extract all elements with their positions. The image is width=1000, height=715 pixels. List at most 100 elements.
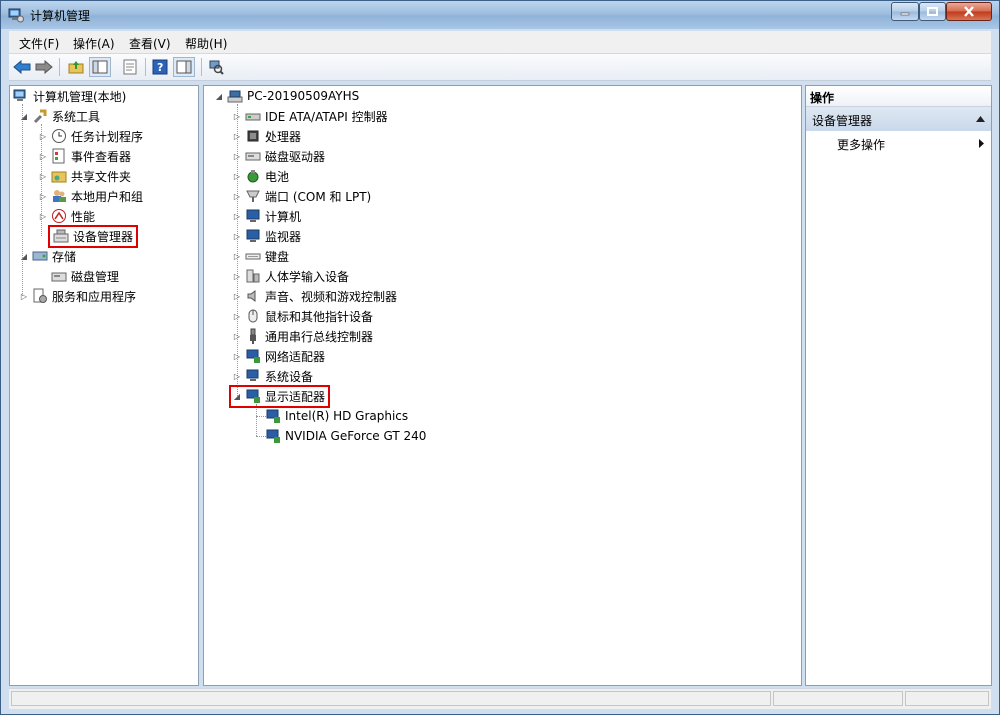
expand-arrow-icon[interactable]: ▷	[232, 151, 242, 161]
tree-device-manager[interactable]: 设备管理器	[47, 224, 139, 248]
up-folder-button[interactable]	[65, 57, 87, 77]
device-category-mice[interactable]: ▷ 鼠标和其他指针设备	[232, 307, 373, 325]
system-tools-icon	[33, 109, 47, 124]
tree-system-tools[interactable]: ◢ 系统工具	[19, 107, 100, 125]
device-category-label: IDE ATA/ATAPI 控制器	[265, 109, 388, 124]
help-button[interactable]: ?	[149, 57, 171, 77]
menu-view[interactable]: 查看(V)	[129, 35, 171, 52]
device-category-label: 键盘	[265, 249, 290, 264]
expand-arrow-icon[interactable]: ▷	[38, 151, 48, 161]
device-category-ide[interactable]: ▷ IDE ATA/ATAPI 控制器	[232, 107, 388, 125]
collapse-arrow-icon[interactable]: ◢	[19, 111, 29, 121]
back-button[interactable]	[11, 57, 33, 77]
expand-arrow-icon[interactable]: ▷	[232, 291, 242, 301]
expand-arrow-icon[interactable]: ▷	[232, 371, 242, 381]
monitor-icon	[246, 229, 260, 242]
expand-arrow-icon[interactable]: ▷	[38, 171, 48, 181]
console-tree-icon	[92, 60, 108, 74]
tree-root-computer-management[interactable]: 计算机管理(本地)	[13, 87, 126, 105]
submenu-arrow-icon	[979, 139, 984, 148]
device-tree-root[interactable]: ◢ PC-20190509AYHS	[214, 87, 359, 105]
expand-arrow-icon[interactable]: ▷	[232, 311, 242, 321]
device-intel-hd-graphics[interactable]: Intel(R) HD Graphics	[265, 407, 408, 425]
minimize-button[interactable]	[891, 2, 919, 21]
keyboard-icon	[245, 253, 261, 260]
tree-storage[interactable]: ◢ 存储	[19, 247, 76, 265]
maximize-button[interactable]	[919, 2, 946, 21]
device-category-computer[interactable]: ▷ 计算机	[232, 207, 301, 225]
tree-shared-folders-label: 共享文件夹	[71, 169, 132, 184]
performance-icon	[52, 209, 66, 223]
expand-arrow-icon[interactable]: ▷	[232, 191, 242, 201]
expand-arrow-icon[interactable]: ▷	[232, 251, 242, 261]
forward-button[interactable]	[33, 57, 55, 77]
expand-arrow-icon[interactable]: ▷	[232, 131, 242, 141]
expand-arrow-icon[interactable]: ▷	[232, 111, 242, 121]
scan-hardware-button[interactable]	[205, 57, 227, 77]
collapse-arrow-icon[interactable]: ◢	[214, 91, 224, 101]
menu-action[interactable]: 操作(A)	[73, 35, 115, 52]
device-category-sound[interactable]: ▷ 声音、视频和游戏控制器	[232, 287, 397, 305]
tree-disk-management[interactable]: 磁盘管理	[51, 267, 119, 285]
device-category-disk-drives[interactable]: ▷ 磁盘驱动器	[232, 147, 325, 165]
hid-icon	[246, 269, 260, 283]
tree-shared-folders[interactable]: ▷ 共享文件夹	[38, 167, 131, 185]
device-category-system-devices[interactable]: ▷ 系统设备	[232, 367, 313, 385]
actions-section-device-manager[interactable]: 设备管理器	[806, 107, 991, 131]
expand-arrow-icon[interactable]: ▷	[232, 211, 242, 221]
display-adapters-highlight: ◢ 显示适配器	[228, 384, 331, 408]
device-category-label: 网络适配器	[265, 349, 326, 364]
more-actions-item[interactable]: 更多操作	[806, 132, 991, 154]
device-category-monitors[interactable]: ▷ 监视器	[232, 227, 301, 245]
expand-arrow-icon[interactable]: ▷	[38, 131, 48, 141]
tree-services-applications[interactable]: ▷ 服务和应用程序	[19, 287, 136, 305]
close-button[interactable]	[946, 2, 992, 21]
tree-system-tools-label: 系统工具	[52, 109, 101, 124]
expand-arrow-icon[interactable]: ▷	[38, 211, 48, 221]
disk-drive-icon	[245, 152, 261, 161]
tree-event-viewer[interactable]: ▷ 事件查看器	[38, 147, 131, 165]
show-hide-console-tree-button[interactable]	[89, 57, 111, 77]
menu-help[interactable]: 帮助(H)	[185, 35, 227, 52]
port-icon	[246, 190, 260, 202]
tree-device-manager-label: 设备管理器	[73, 229, 134, 244]
collapse-arrow-icon[interactable]: ◢	[232, 391, 242, 401]
device-category-network-adapters[interactable]: ▷ 网络适配器	[232, 347, 325, 365]
expand-arrow-icon[interactable]: ▷	[232, 331, 242, 341]
expand-arrow-icon[interactable]: ▷	[232, 351, 242, 361]
expand-arrow-icon[interactable]: ▷	[232, 271, 242, 281]
storage-icon	[32, 251, 48, 261]
expand-arrow-icon[interactable]: ▷	[232, 171, 242, 181]
status-cell-3	[905, 691, 989, 706]
device-category-usb[interactable]: ▷ 通用串行总线控制器	[232, 327, 373, 345]
tree-performance[interactable]: ▷ 性能	[38, 207, 95, 225]
device-label: Intel(R) HD Graphics	[285, 409, 409, 423]
device-category-label: 监视器	[265, 229, 302, 244]
expand-arrow-icon[interactable]: ▷	[232, 231, 242, 241]
menu-file[interactable]: 文件(F)	[19, 35, 59, 52]
show-hide-action-pane-button[interactable]	[173, 57, 195, 77]
device-category-hid[interactable]: ▷ 人体学输入设备	[232, 267, 349, 285]
actions-section-label: 设备管理器	[812, 114, 873, 128]
expand-arrow-icon[interactable]: ▷	[38, 191, 48, 201]
expand-arrow-icon[interactable]: ▷	[19, 291, 29, 301]
device-category-ports[interactable]: ▷ 端口 (COM 和 LPT)	[232, 187, 371, 205]
collapse-arrow-icon[interactable]: ◢	[19, 251, 29, 261]
title-bar: 计算机管理	[1, 1, 999, 29]
device-category-display-adapters[interactable]: ◢ 显示适配器	[228, 384, 331, 408]
properties-button[interactable]	[119, 57, 141, 77]
device-nvidia-gt240[interactable]: NVIDIA GeForce GT 240	[265, 427, 426, 445]
actions-pane: 操作 设备管理器 更多操作	[805, 85, 992, 686]
device-category-battery[interactable]: ▷ 电池	[232, 167, 289, 185]
menu-bar: 文件(F) 操作(A) 查看(V) 帮助(H)	[9, 31, 991, 54]
tree-task-scheduler[interactable]: ▷ 任务计划程序	[38, 127, 143, 145]
forward-arrow-icon	[35, 60, 53, 74]
mouse-icon	[248, 309, 258, 323]
device-category-keyboards[interactable]: ▷ 键盘	[232, 247, 289, 265]
tree-local-users-groups-label: 本地用户和组	[71, 189, 144, 204]
tree-local-users-groups[interactable]: ▷ 本地用户和组	[38, 187, 143, 205]
collapse-up-icon[interactable]	[976, 115, 985, 122]
device-category-label: 显示适配器	[265, 389, 326, 404]
device-tree-root-label: PC-20190509AYHS	[247, 89, 360, 103]
device-category-processor[interactable]: ▷ 处理器	[232, 127, 301, 145]
